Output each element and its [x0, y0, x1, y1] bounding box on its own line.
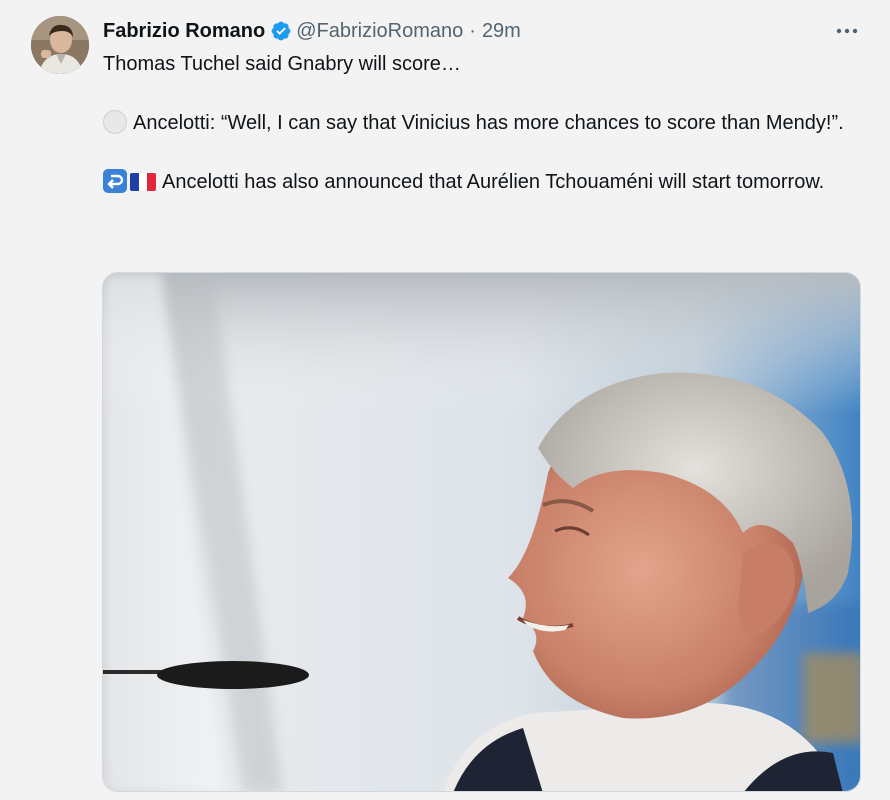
tweet-media-photo[interactable] — [102, 272, 861, 792]
tweet-line-3-text: Ancelotti has also announced that Auréli… — [162, 171, 825, 193]
photo-ancelotti-press-conference — [103, 273, 860, 791]
tweet-line-1: Thomas Tuchel said Gnabry will score… — [103, 53, 461, 75]
author-display-name[interactable]: Fabrizio Romano — [103, 18, 265, 44]
france-flag-emoji-icon — [130, 173, 156, 191]
author-handle[interactable]: @FabrizioRomano — [296, 18, 463, 44]
white-circle-emoji-icon — [103, 110, 127, 134]
verified-badge-icon[interactable] — [270, 20, 292, 42]
more-options-icon[interactable] — [834, 18, 860, 44]
tweet-line-2: Ancelotti: “Well, I can say that Viniciu… — [103, 109, 863, 139]
avatar[interactable] — [31, 16, 89, 74]
tweet-text: Thomas Tuchel said Gnabry will score… An… — [103, 50, 863, 198]
header-separator: · — [469, 20, 476, 42]
tweet-line-2-text: Ancelotti: “Well, I can say that Viniciu… — [133, 112, 844, 134]
tweet-header: Fabrizio Romano @FabrizioRomano · 29m — [103, 18, 521, 44]
tweet: Fabrizio Romano @FabrizioRomano · 29m Th… — [0, 0, 890, 800]
tweet-line-3: Ancelotti has also announced that Auréli… — [103, 168, 863, 198]
avatar-image — [31, 16, 89, 74]
tweet-timestamp[interactable]: 29m — [482, 18, 521, 44]
arrow-curving-left-emoji-icon — [103, 169, 127, 193]
